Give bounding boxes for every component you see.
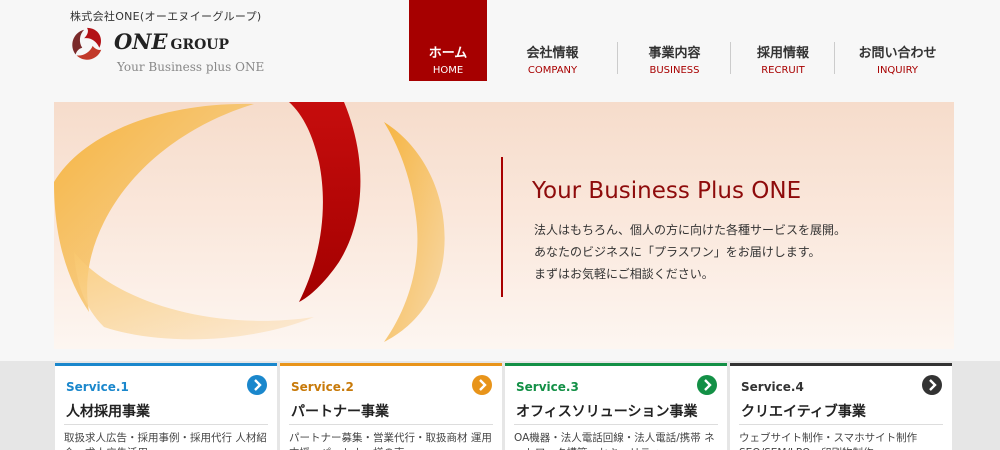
hero-description: 法人はもちろん、個人の方に向けた各種サービスを展開。 あなたのビジネスに「プラス… — [534, 219, 846, 285]
company-name: 株式会社ONE(オーエヌイーグループ) — [70, 10, 262, 23]
divider — [64, 424, 268, 425]
logo-group: GROUP — [170, 37, 230, 53]
service-number: Service.2 — [291, 380, 354, 394]
nav-business[interactable]: 事業内容 BUSINESS — [618, 0, 731, 81]
service-number: Service.3 — [516, 380, 579, 394]
service-card-4[interactable]: Service.4 クリエイティブ事業 ウェブサイト制作・スマホサイト制作 SE… — [730, 363, 952, 450]
service-card-3[interactable]: Service.3 オフィスソリューション事業 OA機器・法人電話回線・法人電話… — [505, 363, 727, 450]
nav-label: 採用情報 — [756, 46, 809, 61]
nav-label: ホーム — [428, 46, 468, 61]
hero-line: 法人はもちろん、個人の方に向けた各種サービスを展開。 — [534, 223, 847, 237]
service-title: 人材採用事業 — [66, 404, 150, 420]
logo-text: ONE GROUP — [114, 29, 229, 54]
divider — [739, 424, 943, 425]
nav-label: 会社情報 — [526, 46, 579, 61]
nav-label: 事業内容 — [648, 46, 701, 61]
tagline: Your Business plus ONE — [117, 60, 265, 74]
logo-one: ONE — [114, 29, 168, 54]
service-card-1[interactable]: Service.1 人材採用事業 取扱求人広告・採用事例・採用代行 人材紹介・求… — [55, 363, 277, 450]
arrow-right-icon[interactable] — [472, 375, 492, 395]
service-description: OA機器・法人電話回線・法人電話/携帯 ネットワーク構築・セキュリティ — [514, 432, 715, 450]
nav-sublabel: BUSINESS — [649, 65, 700, 76]
hero-line: まずはお気軽にご相談ください。 — [534, 267, 714, 281]
nav-sublabel: RECRUIT — [761, 65, 805, 76]
nav-sublabel: COMPANY — [527, 65, 578, 76]
main-nav: ホーム HOME 会社情報 COMPANY 事業内容 BUSINESS 採用情報… — [409, 0, 960, 81]
logo-swirl-icon — [72, 27, 102, 60]
nav-home[interactable]: ホーム HOME — [409, 0, 487, 81]
hero-divider — [501, 157, 503, 297]
divider — [289, 424, 493, 425]
service-title: オフィスソリューション事業 — [516, 404, 698, 420]
nav-sublabel: HOME — [432, 65, 464, 76]
service-description: 取扱求人広告・採用事例・採用代行 人材紹介・求人広告活用 — [64, 432, 267, 450]
nav-sublabel: INQUIRY — [877, 65, 918, 76]
nav-company[interactable]: 会社情報 COMPANY — [487, 0, 618, 81]
hero-swirl-graphic — [54, 102, 445, 342]
service-number: Service.4 — [741, 380, 804, 394]
hero-title: Your Business Plus ONE — [532, 178, 802, 204]
arrow-right-icon[interactable] — [697, 375, 717, 395]
nav-inquiry[interactable]: お問い合わせ INQUIRY — [835, 0, 960, 81]
hero-line: あなたのビジネスに「プラスワン」をお届けします。 — [534, 245, 821, 259]
service-card-2[interactable]: Service.2 パートナー事業 パートナー募集・営業代行・取扱商材 運用支援… — [280, 363, 502, 450]
service-title: パートナー事業 — [291, 404, 389, 420]
page: 株式会社ONE(オーエヌイーグループ) ONE GROUP Your Busine… — [0, 0, 1000, 450]
hero-banner: Your Business Plus ONE 法人はもちろん、個人の方に向けた各… — [54, 102, 954, 349]
nav-label: お問い合わせ — [858, 46, 937, 61]
service-number: Service.1 — [66, 380, 129, 394]
service-title: クリエイティブ事業 — [741, 404, 866, 420]
nav-recruit[interactable]: 採用情報 RECRUIT — [731, 0, 835, 81]
arrow-right-icon[interactable] — [922, 375, 942, 395]
service-description: ウェブサイト制作・スマホサイト制作 SEO/SEM/LPO・印刷物制作 — [739, 432, 918, 450]
divider — [514, 424, 718, 425]
arrow-right-icon[interactable] — [247, 375, 267, 395]
logo[interactable]: ONE GROUP Your Business plus ONE — [68, 25, 268, 75]
service-description: パートナー募集・営業代行・取扱商材 運用支援・パートナー様の声 — [289, 432, 492, 450]
